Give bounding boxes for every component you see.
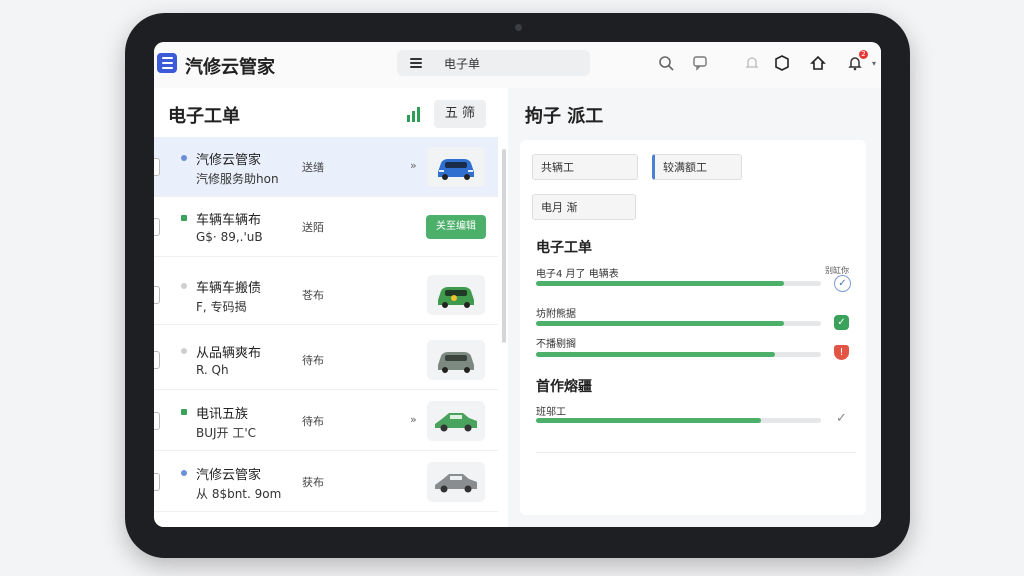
section-title-2: 首作熔疆	[536, 379, 592, 395]
row-checkbox[interactable]	[154, 286, 160, 304]
green-check-icon[interactable]: ✓	[834, 315, 849, 330]
search-label: 电子单	[444, 57, 481, 71]
tablet-frame: 汽修云管家 电子单 2 ▾ 电子工单 五 筛 汽修云管家 汽修服务助hon 送缮…	[125, 13, 910, 558]
row-checkbox[interactable]	[154, 218, 160, 236]
row-subtitle: 从 8$bnt. 9om	[196, 487, 282, 501]
list-item[interactable]: 车辆车搬债 F, 专码揭 苍布	[154, 265, 498, 325]
chart-icon[interactable]	[407, 106, 423, 122]
progress-fill	[536, 418, 762, 423]
row-subtitle: F, 专码揭	[196, 300, 247, 314]
list-item[interactable]: 汽修云管家 汽修服务助hon 送缮 »	[154, 137, 498, 197]
row-subtitle: G$· 89,.'uB	[196, 230, 263, 244]
progress-label: 班邬工	[536, 407, 566, 418]
bell-outline-icon[interactable]	[743, 55, 761, 73]
chevron-icon[interactable]: »	[410, 159, 417, 172]
top-bar: 汽修云管家 电子单 2 ▾	[154, 42, 881, 89]
progress-fill	[536, 281, 784, 286]
status-dot	[181, 215, 187, 221]
divider	[536, 452, 856, 453]
row-checkbox[interactable]	[154, 473, 160, 491]
home-icon[interactable]	[809, 55, 827, 73]
row-subtitle: 汽修服务助hon	[196, 172, 279, 186]
box-icon[interactable]	[773, 55, 791, 73]
chevron-icon[interactable]: »	[410, 413, 417, 426]
chevron-down-icon[interactable]: ▾	[872, 59, 876, 68]
status-dot	[181, 470, 187, 476]
notification-badge: 2	[859, 50, 868, 59]
scrollbar[interactable]	[502, 149, 506, 343]
camera	[515, 24, 522, 31]
edit-action-button[interactable]: 关至编辑	[426, 215, 486, 239]
dispatch-card: 共辆工 较满额工 电月 渐 电子工单 电子4 月了 电辆表 别缸你 ✓ 坊附熊据…	[520, 140, 866, 515]
progress-label: 不播剔搁	[536, 339, 576, 350]
row-title: 汽修云管家	[196, 468, 262, 483]
row-checkbox[interactable]	[154, 351, 160, 369]
list-item[interactable]: 电讯五族 BUJ开 工'C 待布 »	[154, 391, 498, 451]
progress-fill	[536, 321, 784, 326]
dispatch-panel: 拘子 派工 共辆工 较满额工 电月 渐 电子工单 电子4 月了 电辆表 别缸你 …	[508, 88, 881, 527]
list-title: 电子工单	[168, 106, 240, 127]
chat-icon[interactable]	[691, 55, 709, 73]
car-green-sedan-icon	[427, 401, 485, 441]
car-gray-sedan-icon	[427, 462, 485, 502]
field-2[interactable]: 较满额工	[652, 154, 742, 180]
progress-label: 电子4 月了 电辆表	[536, 269, 619, 280]
progress-track	[536, 281, 821, 286]
search-bar[interactable]: 电子单	[397, 50, 590, 76]
progress-track	[536, 321, 821, 326]
gray-check-icon[interactable]: ✓	[834, 411, 849, 426]
status-dot	[181, 409, 187, 415]
row-tag: 送陌	[302, 221, 324, 234]
row-title: 车辆车辆布	[196, 213, 262, 228]
app-title: 汽修云管家	[185, 57, 275, 78]
row-subtitle: BUJ开 工'C	[196, 426, 257, 440]
field-3[interactable]: 电月 渐	[532, 194, 636, 220]
row-title: 从品辆爽布	[196, 346, 262, 361]
row-tag: 待布	[302, 354, 324, 367]
row-title: 车辆车搬债	[196, 281, 262, 296]
app-logo-icon[interactable]	[157, 53, 177, 73]
menu-icon[interactable]	[410, 58, 422, 68]
row-title: 电讯五族	[196, 407, 249, 422]
app-screen: 汽修云管家 电子单 2 ▾ 电子工单 五 筛 汽修云管家 汽修服务助hon 送缮…	[154, 42, 881, 527]
work-order-list-panel: 电子工单 五 筛 汽修云管家 汽修服务助hon 送缮 » 车辆车辆布 G$· 8…	[154, 88, 508, 527]
row-title: 汽修云管家	[196, 153, 262, 168]
row-tag: 待布	[302, 415, 324, 428]
circle-check-icon[interactable]: ✓	[834, 275, 851, 292]
status-caption: 别缸你	[825, 266, 849, 275]
list-item[interactable]: 从品辆爽布 R. Qh 待布	[154, 330, 498, 390]
status-dot	[181, 348, 187, 354]
list-item[interactable]: 汽修云管家 从 8$bnt. 9om 获布	[154, 452, 498, 512]
filter-button[interactable]: 五 筛	[434, 100, 486, 128]
row-subtitle: R. Qh	[196, 363, 229, 377]
section-title-orders: 电子工单	[536, 240, 592, 256]
row-checkbox[interactable]	[154, 158, 160, 176]
row-tag: 送缮	[302, 161, 324, 174]
dispatch-title: 拘子 派工	[525, 106, 604, 127]
status-dot	[181, 155, 187, 161]
progress-track	[536, 418, 821, 423]
progress-label: 坊附熊据	[536, 309, 576, 320]
search-icon[interactable]	[657, 55, 675, 73]
row-tag: 获布	[302, 476, 324, 489]
red-shield-icon[interactable]: !	[834, 345, 849, 360]
row-checkbox[interactable]	[154, 412, 160, 430]
row-tag: 苍布	[302, 289, 324, 302]
progress-track	[536, 352, 821, 357]
car-green-icon	[427, 275, 485, 315]
field-1[interactable]: 共辆工	[532, 154, 638, 180]
car-blue-icon	[427, 147, 485, 187]
status-dot	[181, 283, 187, 289]
list-item[interactable]: 车辆车辆布 G$· 89,.'uB 送陌 关至编辑	[154, 197, 498, 257]
car-gray-icon	[427, 340, 485, 380]
progress-fill	[536, 352, 776, 357]
